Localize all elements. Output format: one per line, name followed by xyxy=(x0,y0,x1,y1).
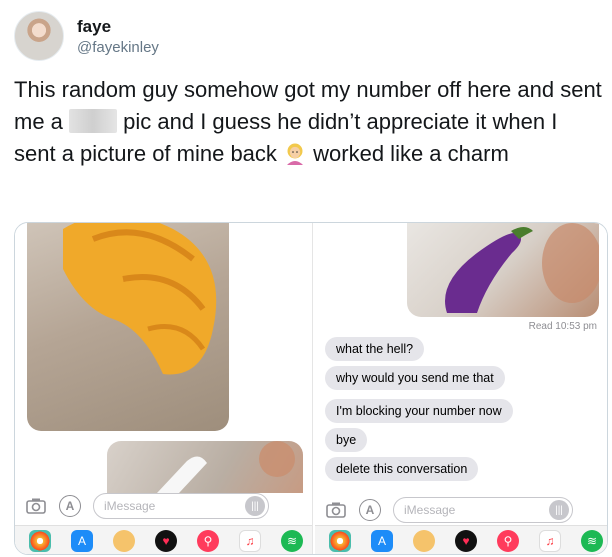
app-store-icon[interactable]: A xyxy=(371,529,393,552)
avatar[interactable] xyxy=(14,11,64,61)
audio-waveform-icon[interactable]: ||| xyxy=(245,496,265,516)
app-store-icon[interactable]: A xyxy=(59,495,81,517)
message-bubble[interactable]: what the hell? xyxy=(325,337,425,361)
photos-icon[interactable] xyxy=(29,529,51,552)
tweet-text: This random guy somehow got my number of… xyxy=(14,74,604,170)
photos-icon[interactable] xyxy=(329,529,351,552)
eggplant-image xyxy=(445,223,599,313)
display-name[interactable]: faye xyxy=(77,17,159,37)
croissant-image xyxy=(63,223,217,375)
app-drawer: A ♥ ⚲ ♫ ≋ xyxy=(15,525,312,554)
message-bubble[interactable]: why would you send me that xyxy=(325,366,505,390)
imessage-placeholder: iMessage xyxy=(104,499,156,513)
person-tipping-hand-emoji-icon xyxy=(287,143,304,165)
digital-touch-icon[interactable]: ♥ xyxy=(455,529,477,552)
audio-waveform-icon[interactable]: ||| xyxy=(549,500,569,520)
tweet-text-part3: worked like a charm xyxy=(307,141,509,166)
music-icon[interactable]: ♫ xyxy=(539,529,561,552)
user-handle[interactable]: @fayekinley xyxy=(77,39,159,56)
spotify-icon[interactable]: ≋ xyxy=(281,529,303,552)
blurred-photo-content xyxy=(157,441,295,493)
app-store-icon[interactable]: A xyxy=(71,529,93,552)
app-store-icon[interactable]: A xyxy=(359,499,381,521)
camera-icon[interactable] xyxy=(25,495,47,517)
message-bubble[interactable]: bye xyxy=(325,428,368,452)
tweet-header: faye @fayekinley xyxy=(14,8,159,64)
search-images-icon[interactable]: ⚲ xyxy=(197,529,219,552)
received-photo-croissant[interactable] xyxy=(27,223,229,431)
search-images-icon[interactable]: ⚲ xyxy=(497,529,519,552)
message-composer: A iMessage ||| xyxy=(15,489,312,523)
camera-icon[interactable] xyxy=(325,499,347,521)
imessage-placeholder: iMessage xyxy=(404,503,456,517)
blurred-word xyxy=(69,109,118,133)
screenshot-left: A iMessage ||| A ♥ ⚲ ♫ ≋ xyxy=(15,223,313,554)
received-photo-blurred[interactable] xyxy=(107,441,303,493)
imessage-input[interactable]: iMessage ||| xyxy=(93,493,269,519)
tweet-media[interactable]: A iMessage ||| A ♥ ⚲ ♫ ≋ Read 10:53 pm w… xyxy=(14,222,608,555)
imessage-input[interactable]: iMessage ||| xyxy=(393,497,573,523)
music-icon[interactable]: ♫ xyxy=(239,529,261,552)
memoji-icon[interactable] xyxy=(413,529,435,552)
memoji-icon[interactable] xyxy=(113,529,135,552)
screenshot-right: Read 10:53 pm what the hell? why would y… xyxy=(315,223,607,554)
message-bubble[interactable]: I'm blocking your number now xyxy=(325,399,513,423)
sent-photo-eggplant[interactable] xyxy=(407,223,599,317)
message-composer: A iMessage ||| xyxy=(315,493,607,527)
spotify-icon[interactable]: ≋ xyxy=(581,529,603,552)
message-bubble[interactable]: delete this conversation xyxy=(325,457,479,481)
user-names: faye @fayekinley xyxy=(77,17,159,56)
read-receipt: Read 10:53 pm xyxy=(528,321,597,332)
digital-touch-icon[interactable]: ♥ xyxy=(155,529,177,552)
app-drawer: A ♥ ⚲ ♫ ≋ xyxy=(315,525,607,554)
